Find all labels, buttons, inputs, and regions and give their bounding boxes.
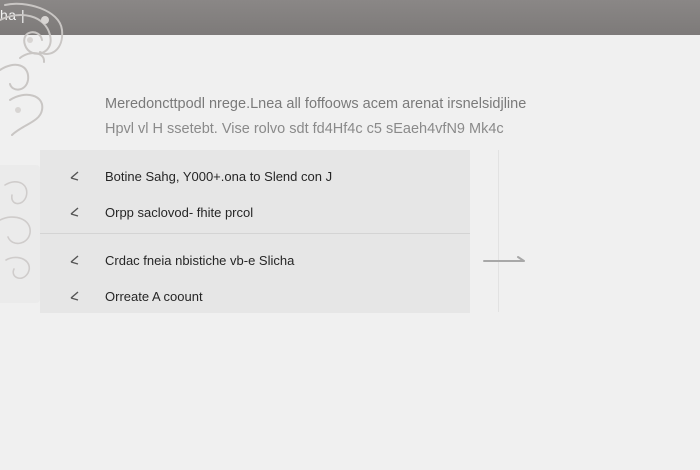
menu-item-label: Botine Sahg, Y000+.ona to Slend con J	[105, 168, 333, 184]
message-line-1: Meredoncttpodl nrege.Lnea all foffoows a…	[105, 96, 527, 112]
next-arrow-button[interactable]	[480, 252, 530, 272]
chevron-icon	[66, 168, 82, 184]
arrow-right-icon	[483, 256, 525, 262]
message-text: Meredoncttpodl nrege.Lnea all foffoows a…	[105, 92, 535, 142]
decorative-pattern-icon	[0, 181, 31, 280]
chevron-icon	[66, 288, 82, 304]
side-panel	[0, 165, 40, 303]
title-bar: ha |	[0, 0, 700, 35]
menu-divider	[40, 233, 470, 234]
menu-item-label: Crdac fneia nbistiche vb-e Slicha	[105, 252, 295, 268]
menu-item-3[interactable]: Crdac fneia nbistiche vb-e Slicha	[66, 249, 446, 271]
divider-line	[498, 150, 499, 312]
menu-item-label: Orpp saclovod- fhite prcol	[105, 204, 254, 220]
menu-item-1[interactable]: Botine Sahg, Y000+.ona to Slend con J	[66, 165, 446, 187]
message-line-2: Hpvl vl H ssetebt. Vise rolvo sdt fd4Hf4…	[105, 121, 504, 137]
menu-item-4[interactable]: Orreate A coount	[66, 285, 446, 307]
chevron-icon	[66, 204, 82, 220]
decorative-swirl-icon	[0, 2, 64, 136]
menu-item-label: Orreate A coount	[105, 288, 203, 304]
chevron-icon	[66, 252, 82, 268]
menu-item-2[interactable]: Orpp saclovod- fhite prcol	[66, 201, 446, 223]
